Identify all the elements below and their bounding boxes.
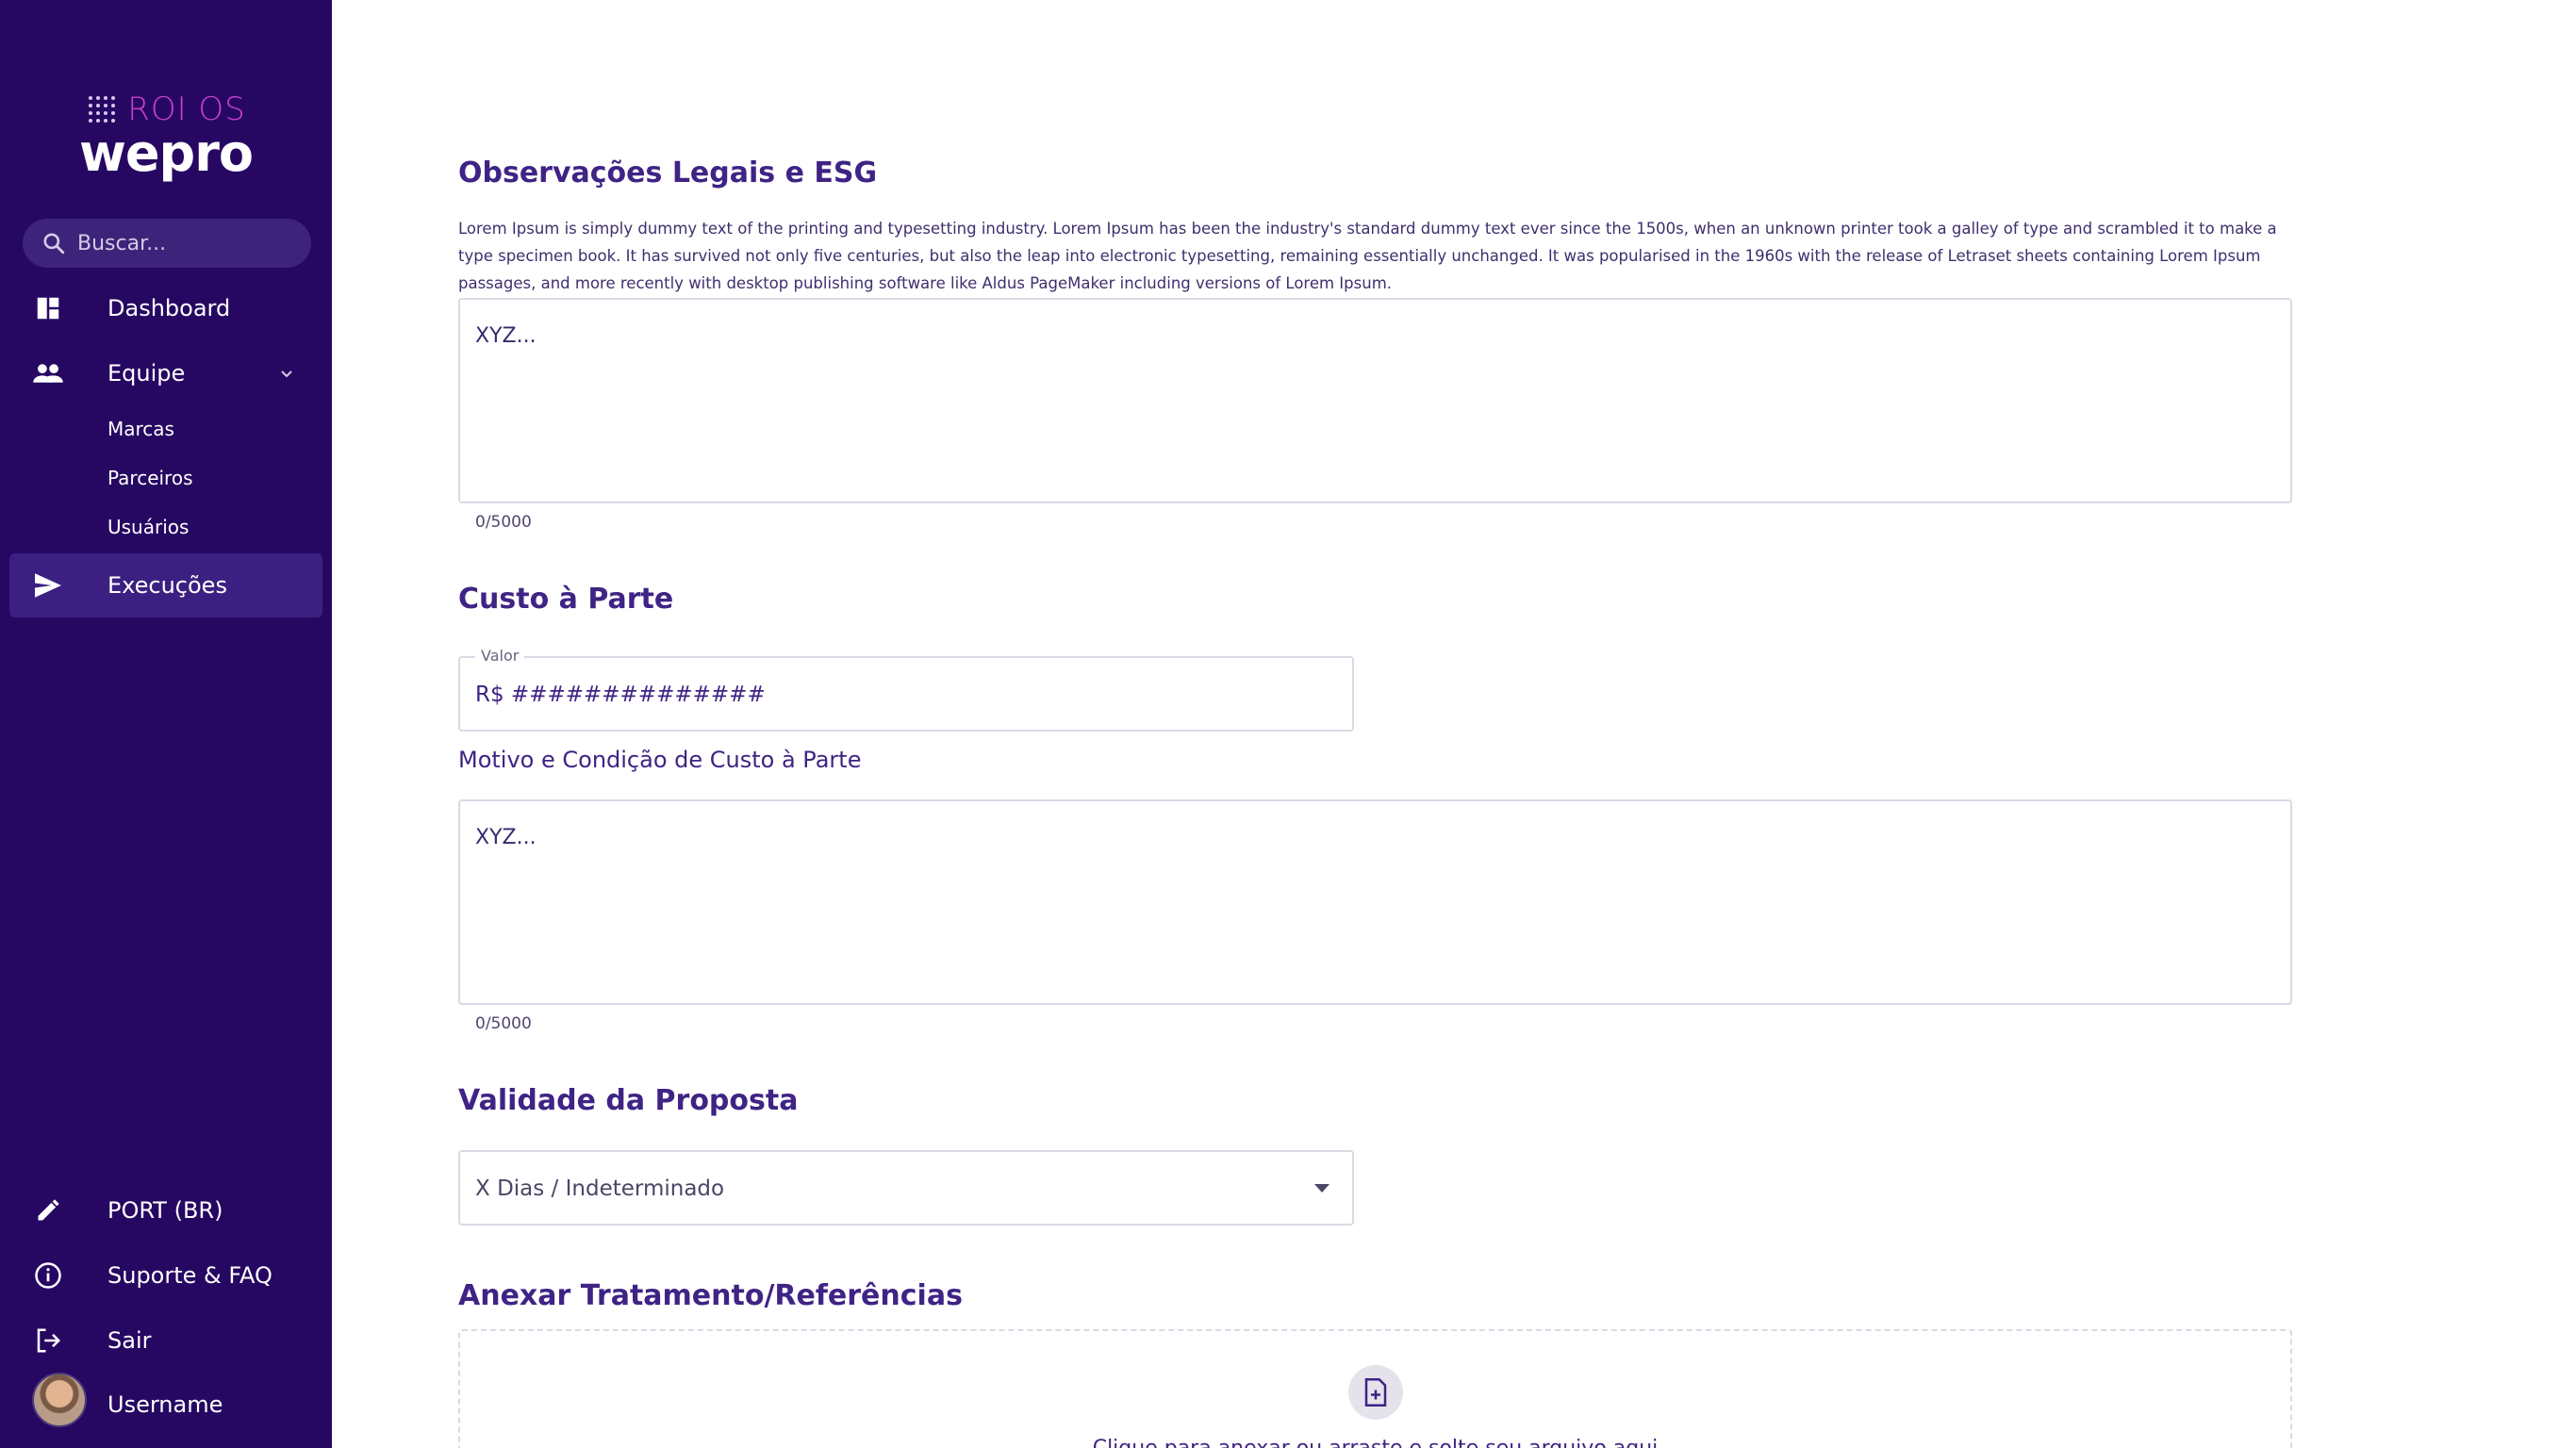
username-label: Username — [107, 1391, 223, 1418]
sidebar-item-label: Suporte & FAQ — [107, 1262, 272, 1289]
sidebar-item-label: Equipe — [107, 360, 186, 387]
dropdown-caret-icon — [1314, 1184, 1329, 1193]
logout-icon — [32, 1325, 64, 1357]
validity-selected-value: X Dias / Indeterminado — [475, 1176, 725, 1201]
cost-char-counter: 0/5000 — [475, 1014, 532, 1033]
sidebar-item-support[interactable]: Suporte & FAQ — [9, 1243, 322, 1308]
cost-value-field[interactable]: Valor R$ ############## — [458, 647, 1354, 732]
sidebar-item-label: Dashboard — [107, 295, 231, 321]
sidebar-item-execucoes[interactable]: Execuções — [9, 553, 322, 617]
validity-section-title: Validade da Proposta — [458, 1084, 799, 1117]
search-placeholder: Buscar... — [77, 231, 167, 255]
legal-section-title: Observações Legais e ESG — [458, 156, 878, 189]
cost-value-legend: Valor — [475, 647, 525, 665]
send-icon — [32, 569, 64, 601]
sidebar-item-label: PORT (BR) — [107, 1197, 223, 1224]
main-content: Observações Legais e ESG Lorem Ipsum is … — [332, 0, 2576, 1448]
brand-main-text: wepro — [79, 123, 254, 183]
cost-reason-textarea[interactable]: XYZ... — [458, 799, 2292, 1005]
sidebar-item-language[interactable]: PORT (BR) — [9, 1178, 322, 1242]
brand-logo[interactable]: ROI OS wepro — [0, 90, 332, 179]
dashboard-icon — [32, 292, 64, 324]
sidebar-item-username[interactable]: Username — [9, 1378, 322, 1431]
dropzone-prompt: Clique para anexar ou arraste e solte se… — [460, 1437, 2290, 1448]
sidebar-item-marcas[interactable]: Marcas — [107, 418, 174, 440]
legal-notes-value: XYZ... — [475, 324, 537, 348]
attach-section-title: Anexar Tratamento/Referências — [458, 1279, 963, 1312]
validity-select[interactable]: X Dias / Indeterminado — [458, 1150, 1354, 1226]
legal-char-counter: 0/5000 — [475, 513, 532, 532]
brand-top-text: ROI OS — [127, 90, 246, 128]
sidebar-item-equipe[interactable]: Equipe — [9, 341, 322, 405]
sidebar-item-usuarios[interactable]: Usuários — [107, 516, 189, 538]
search-input[interactable]: Buscar... — [23, 219, 311, 268]
legal-notes-textarea[interactable]: XYZ... — [458, 298, 2292, 503]
pencil-icon — [32, 1194, 64, 1226]
cost-reason-label: Motivo e Condição de Custo à Parte — [458, 747, 862, 773]
file-dropzone[interactable]: Clique para anexar ou arraste e solte se… — [458, 1329, 2292, 1448]
brand-dots-icon — [89, 96, 116, 123]
cost-reason-value: XYZ... — [475, 826, 537, 849]
file-upload-icon — [1348, 1365, 1403, 1420]
info-icon — [32, 1259, 64, 1292]
cost-section-title: Custo à Parte — [458, 583, 674, 616]
chevron-down-icon[interactable] — [277, 364, 296, 383]
sidebar-item-label: Execuções — [107, 572, 227, 599]
sidebar-item-logout[interactable]: Sair — [9, 1308, 322, 1373]
sidebar-item-parceiros[interactable]: Parceiros — [107, 467, 193, 489]
sidebar-item-dashboard[interactable]: Dashboard — [9, 276, 322, 340]
search-icon — [43, 233, 65, 255]
sidebar-item-label: Sair — [107, 1327, 152, 1354]
people-icon — [32, 357, 64, 389]
cost-value: R$ ############## — [475, 683, 766, 707]
sidebar: ROI OS wepro Buscar... Dashboard Equipe … — [0, 0, 332, 1448]
legal-description: Lorem Ipsum is simply dummy text of the … — [458, 220, 2277, 292]
